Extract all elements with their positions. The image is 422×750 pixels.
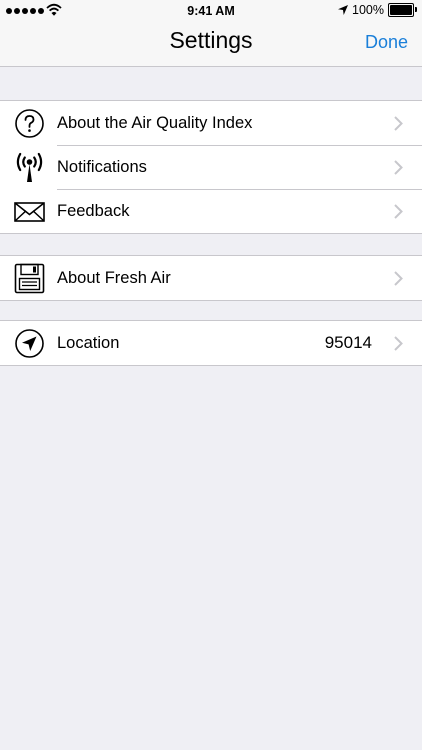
row-label: Location	[57, 334, 120, 352]
row-feedback[interactable]: Feedback	[0, 189, 422, 233]
settings-section-info: About the Air Quality Index Notification…	[0, 100, 422, 234]
row-notifications[interactable]: Notifications	[0, 145, 422, 189]
navigation-bar: Settings Done	[0, 22, 422, 67]
status-bar: 9:41 AM 100%	[0, 0, 422, 22]
page-title: Settings	[169, 27, 253, 53]
envelope-icon	[14, 202, 45, 222]
row-label: About Fresh Air	[57, 269, 171, 287]
row-location[interactable]: Location 95014	[0, 321, 422, 365]
row-about-fresh-air[interactable]: About Fresh Air	[0, 256, 422, 300]
chevron-right-icon	[394, 271, 403, 286]
chevron-right-icon	[394, 116, 403, 131]
row-about-air-quality-index[interactable]: About the Air Quality Index	[0, 101, 422, 145]
status-right: 100%	[338, 3, 417, 17]
row-label: Notifications	[57, 158, 147, 176]
battery-icon	[388, 3, 417, 17]
battery-percent: 100%	[352, 3, 384, 17]
antenna-icon	[16, 152, 43, 182]
settings-section-location: Location 95014	[0, 320, 422, 366]
location-services-icon	[338, 5, 349, 15]
done-button[interactable]: Done	[365, 32, 408, 53]
location-arrow-icon	[15, 329, 44, 358]
chevron-right-icon	[394, 336, 403, 351]
location-zip-value: 95014	[324, 333, 372, 352]
floppy-disk-icon	[14, 263, 45, 294]
settings-section-app: About Fresh Air	[0, 255, 422, 301]
chevron-right-icon	[394, 160, 403, 175]
row-label: Feedback	[57, 202, 130, 220]
question-circle-icon	[15, 109, 44, 138]
row-label: About the Air Quality Index	[57, 114, 253, 132]
chevron-right-icon	[394, 204, 403, 219]
